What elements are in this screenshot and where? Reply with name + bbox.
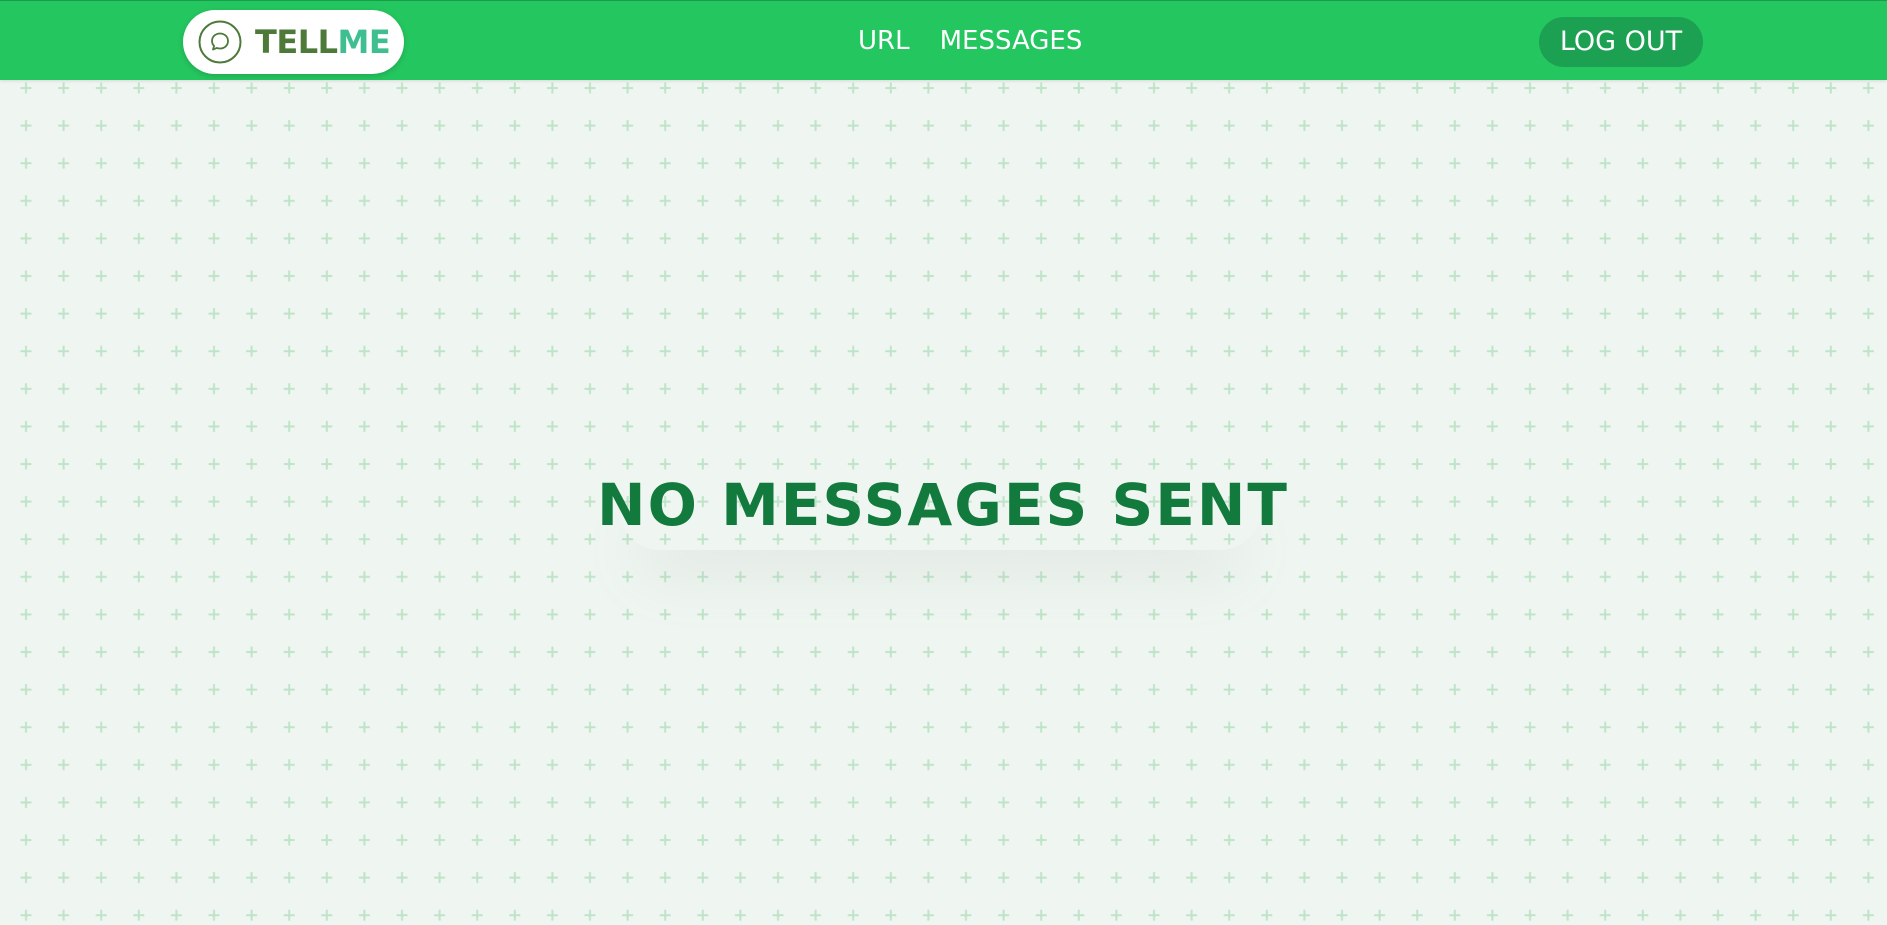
speech-bubble-icon xyxy=(198,20,242,64)
top-navbar: TELLME URL MESSAGES LOG OUT xyxy=(0,0,1887,80)
nav-link-messages[interactable]: MESSAGES xyxy=(940,25,1083,57)
nav-link-url[interactable]: URL xyxy=(858,25,910,57)
app-logo[interactable]: TELLME xyxy=(183,10,404,74)
logo-wordmark: TELLME xyxy=(255,23,391,61)
main-nav: URL MESSAGES xyxy=(858,25,1082,57)
logo-text-me: ME xyxy=(337,23,391,61)
empty-state: NO MESSAGES SENT xyxy=(597,450,1289,560)
logo-text-tell: TELL xyxy=(255,23,338,61)
logout-button[interactable]: LOG OUT xyxy=(1539,17,1703,67)
empty-state-title: NO MESSAGES SENT xyxy=(597,471,1289,539)
